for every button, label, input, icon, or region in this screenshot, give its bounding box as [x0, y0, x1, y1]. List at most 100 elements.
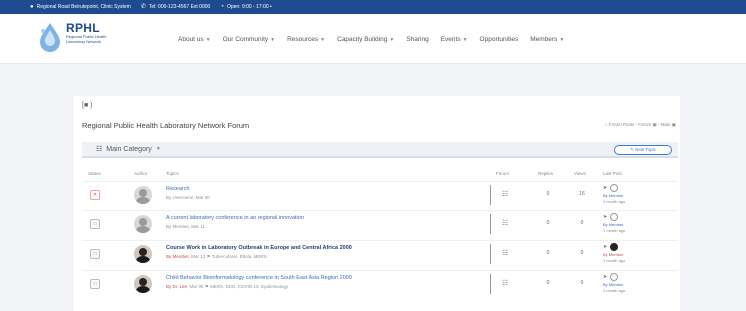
col-forum: Forum	[496, 171, 510, 176]
replies-count: 0	[546, 191, 550, 197]
category-dropdown[interactable]: ☷ Main Category ▼	[96, 145, 161, 154]
comments-icon: ☷	[502, 250, 509, 257]
last-post-time: 1 month ago	[603, 258, 626, 263]
chevron-down-icon: ▼	[320, 36, 326, 43]
last-post-author[interactable]: By Member	[603, 222, 623, 227]
col-views: Views	[574, 171, 586, 176]
phone-item[interactable]: ✆ Tel: 000-123-4567 Ext 0000	[141, 4, 210, 10]
chevron-down-icon: ▼	[155, 146, 161, 152]
address-item: ● Regional Road Beirutepoint, Clinic Sys…	[30, 4, 131, 10]
col-status: Status	[88, 171, 101, 176]
nav-capacity-building[interactable]: Capacity Building ▼	[337, 36, 394, 43]
last-post-avatar[interactable]	[610, 213, 618, 221]
hours-item: ◔ Open: 9:00 - 17:00 •	[220, 4, 271, 10]
status-icon: ✕	[90, 190, 100, 200]
nav-label: Resources	[287, 36, 319, 43]
nav-events[interactable]: Events ▼	[441, 36, 468, 43]
comments-icon: ☷	[96, 146, 103, 153]
page-title: Regional Public Health Laboratory Networ…	[82, 121, 250, 130]
col-topics: Topics	[166, 171, 179, 176]
nav-label: Sharing	[406, 36, 429, 43]
topic-link[interactable]: A current laboratory conference in an re…	[166, 215, 304, 221]
last-post-author[interactable]: By Member	[603, 193, 623, 198]
topic-link[interactable]: Research	[166, 186, 190, 192]
topic-author[interactable]: By Dr. Lee	[166, 284, 187, 289]
hours-text: Open: 9:00 - 17:00 •	[226, 4, 272, 10]
status-icon: □	[90, 249, 100, 259]
topic-meta: By Username, Mar 00	[166, 195, 210, 200]
chevron-down-icon: ▼	[559, 36, 565, 43]
arrow-right-icon[interactable]: ➤	[603, 185, 607, 191]
arrow-right-icon[interactable]: ➤	[603, 244, 607, 250]
last-post-time: 1 month ago	[603, 199, 626, 204]
divider	[490, 214, 491, 234]
water-drop-logo-icon	[40, 23, 60, 52]
replies-count: 0	[546, 220, 550, 226]
phone-text[interactable]: Tel: 000-123-4567 Ext 0000	[149, 4, 210, 10]
nav-label: Opportunities	[479, 36, 519, 43]
table-row: □ Course Work in Laboratory Outbreak in …	[82, 240, 678, 266]
topic-link[interactable]: Child Behavior Bioinformatology conferen…	[166, 275, 352, 281]
topic-meta: By Dr. Lee, Mar 08 ⚑ MERS, SDG, COVID-19…	[166, 284, 288, 290]
nav-label: Capacity Building	[337, 36, 388, 43]
last-post-avatar[interactable]	[610, 184, 618, 192]
avatar[interactable]	[134, 275, 152, 293]
col-author: Author	[134, 171, 148, 176]
avatar[interactable]	[134, 186, 152, 204]
avatar[interactable]	[134, 215, 152, 233]
nav-opportunities[interactable]: Opportunities	[480, 36, 519, 43]
last-post-avatar[interactable]	[610, 243, 618, 251]
site-logo[interactable]: RPHL Regional Public Health Laboratory N…	[38, 22, 126, 52]
category-label: Main Category	[106, 145, 152, 153]
nav-resources[interactable]: Resources ▼	[287, 36, 325, 43]
topic-meta-text: By Member, Mar 11	[166, 224, 205, 229]
address-text: Regional Road Beirutepoint, Clinic Syste…	[36, 4, 131, 10]
last-post-avatar[interactable]	[610, 273, 618, 281]
nav-label: Events	[440, 36, 461, 43]
divider	[490, 185, 491, 205]
divider	[490, 274, 491, 294]
topic-meta: By Member, Mar 12 ⚑ Tuberculosis, Ebola,…	[166, 254, 267, 260]
nav-our-community[interactable]: Our Community ▼	[223, 36, 275, 43]
last-post-time: 1 month ago	[603, 228, 626, 233]
arrow-right-icon[interactable]: ➤	[603, 214, 607, 220]
forum-top-crumb[interactable]: [■ )	[82, 102, 92, 109]
nav-about-us[interactable]: About us ▼	[178, 36, 211, 43]
clock-icon: ◔	[220, 4, 224, 10]
views-count: 0	[580, 250, 584, 256]
arrow-right-icon[interactable]: ➤	[603, 274, 607, 280]
last-post-author[interactable]: By Member	[603, 252, 623, 257]
breadcrumb[interactable]: ⌂ Forum Posts › Forum ▣ › Main ▣	[605, 122, 676, 128]
topic-meta-text: , Mar 12 ⚑ Tuberculosis, Ebola, MERS	[188, 254, 267, 259]
topic-author[interactable]: By Member	[166, 254, 189, 259]
topic-link[interactable]: Course Work in Laboratory Outbreak in Eu…	[166, 245, 352, 251]
chevron-down-icon: ▼	[205, 36, 211, 43]
table-row: □ A current laboratory conference in an …	[82, 210, 678, 236]
nav-sharing[interactable]: Sharing	[406, 36, 428, 43]
last-post-author[interactable]: By Member	[603, 282, 623, 287]
nav-label: Our Community	[222, 36, 269, 43]
last-post-time: 1 month ago	[603, 288, 626, 293]
top-info-bar: ● Regional Road Beirutepoint, Clinic Sys…	[0, 0, 746, 14]
logo-subtitle: Regional Public Health Laboratory Networ…	[66, 34, 107, 44]
chevron-down-icon: ▼	[462, 36, 468, 43]
status-icon: □	[90, 279, 100, 289]
nav-members[interactable]: Members ▼	[530, 36, 564, 43]
views-count: 0	[580, 220, 584, 226]
chevron-down-icon: ▼	[270, 36, 276, 43]
views-count: 0	[580, 280, 584, 286]
chevron-down-icon: ▼	[389, 36, 395, 43]
site-header: RPHL Regional Public Health Laboratory N…	[0, 14, 746, 64]
col-replies: Replies	[538, 171, 554, 176]
logo-title: RPHL	[66, 21, 100, 35]
replies-count: 0	[546, 250, 550, 256]
views-count: 16	[579, 191, 585, 197]
phone-icon: ✆	[140, 4, 146, 10]
status-icon: □	[90, 219, 100, 229]
main-nav: About us ▼ Our Community ▼ Resources ▼ Capa…	[178, 36, 564, 43]
new-topic-button[interactable]: ✎ New Topic	[614, 145, 672, 155]
comments-icon: ☷	[502, 280, 509, 287]
comments-icon: ☷	[502, 191, 509, 198]
avatar[interactable]	[134, 245, 152, 263]
topic-meta-text: By Username, Mar 00	[166, 195, 210, 200]
